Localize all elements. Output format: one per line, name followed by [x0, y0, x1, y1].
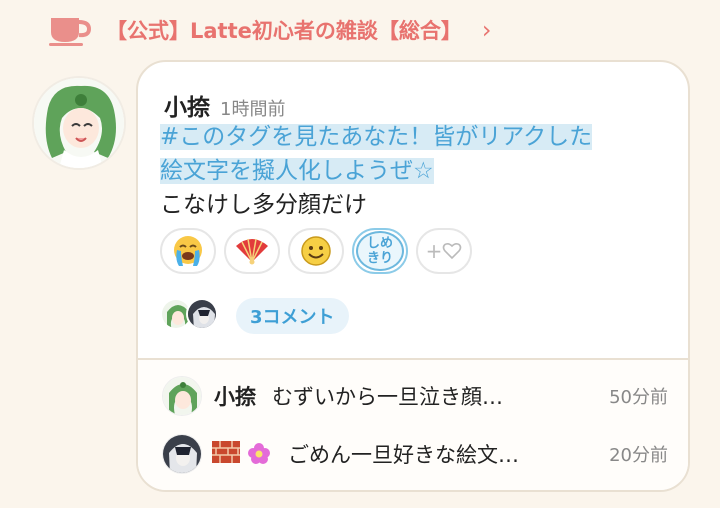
comment-list: 小捺 むずいから一旦泣き顔… 50分前 ごめん一旦好きな絵文… 20分前	[138, 360, 688, 490]
shimekiri-stamp-icon: しめ きり	[356, 231, 404, 271]
reaction-crying-face[interactable]	[160, 228, 216, 274]
comment-text: ごめん一旦好きな絵文…	[288, 443, 519, 467]
reaction-shimekiri[interactable]: しめ きり	[352, 228, 408, 274]
coffee-cup-icon	[49, 18, 92, 46]
smiley-face-icon	[301, 236, 331, 266]
hashtag-link-cont[interactable]: 絵文字を擬人化しようぜ☆	[160, 158, 434, 184]
post-body: #このタグを見たあなた！皆がリアクした 絵文字を擬人化しようぜ☆ こなけし多分顔…	[160, 120, 670, 222]
heart-outline-icon	[443, 242, 462, 260]
stamp-text-2: きり	[366, 251, 393, 266]
add-reaction-button[interactable]: +	[416, 228, 472, 274]
commenter-avatars[interactable]	[160, 298, 218, 330]
post-time: 1時間前	[220, 99, 286, 120]
channel-link[interactable]: 【公式】Latte初心者の雑談【総合】 ›	[106, 14, 491, 46]
author-avatar[interactable]	[32, 76, 126, 170]
reaction-bar: しめ きり +	[160, 228, 472, 274]
post-text: こなけし多分顔だけ	[160, 192, 367, 218]
commenter-name-icons[interactable]	[212, 441, 272, 467]
stamp-text-1: しめ	[366, 236, 393, 251]
hashtag-link[interactable]: #このタグを見たあなた！皆がリアクした	[160, 124, 593, 150]
comment-row[interactable]: ごめん一旦好きな絵文… 20分前	[162, 432, 668, 476]
folding-fan-icon	[236, 238, 268, 265]
post-author[interactable]: 小捺	[164, 88, 210, 122]
channel-title: 【公式】Latte初心者の雑談【総合】	[106, 19, 462, 43]
crying-face-icon	[174, 236, 202, 266]
comment-time: 20分前	[609, 445, 668, 466]
comment-row[interactable]: 小捺 むずいから一旦泣き顔… 50分前	[162, 374, 668, 418]
comment-count-button[interactable]: 3コメント	[236, 298, 349, 334]
post-header: 小捺 1時間前	[164, 88, 285, 122]
comment-text: むずいから一旦泣き顔…	[272, 385, 503, 409]
brick-icon	[212, 441, 240, 463]
commenter-avatar	[186, 298, 218, 330]
chevron-right-icon: ›	[481, 16, 492, 44]
channel-header: 【公式】Latte初心者の雑談【総合】 ›	[0, 0, 720, 58]
comment-author[interactable]: 小捺	[214, 381, 256, 411]
reaction-smiley[interactable]	[288, 228, 344, 274]
commenter-avatar[interactable]	[162, 376, 202, 416]
plus-icon: +	[425, 239, 443, 263]
post-card[interactable]: 小捺 1時間前 #このタグを見たあなた！皆がリアクした 絵文字を擬人化しようぜ☆…	[136, 60, 690, 492]
reaction-folding-fan[interactable]	[224, 228, 280, 274]
flower-icon	[248, 443, 270, 464]
comment-time: 50分前	[609, 387, 668, 408]
commenter-avatar[interactable]	[162, 434, 202, 474]
